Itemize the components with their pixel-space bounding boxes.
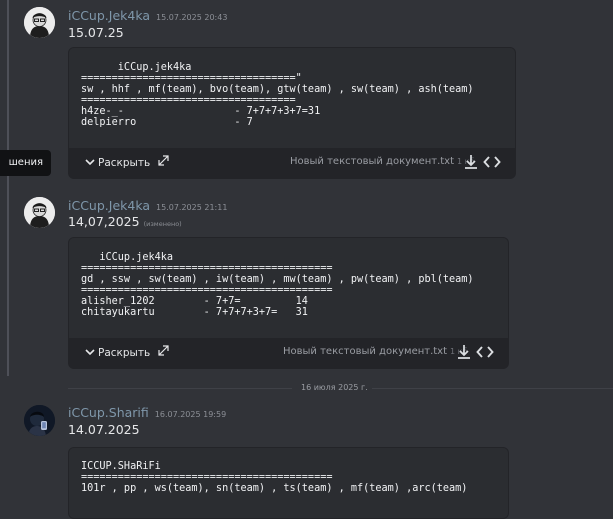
expand-label: Раскрыть [98, 347, 151, 359]
message-author[interactable]: iCCup.Jek4ka 15.07.2025 21:11 [68, 198, 227, 213]
download-icon[interactable] [462, 153, 480, 171]
message-author[interactable]: iCCup.Sharifi 16.07.2025 19:59 [68, 405, 226, 420]
file-name-text: Новый текстовый документ.txt [290, 156, 455, 167]
file-preview-text: ICCUP.SHaRiFi ==========================… [81, 461, 468, 494]
message-content: 15.07.25 [68, 25, 124, 40]
message-content: 14.07.2025 [68, 422, 140, 437]
file-attachment: iCCup.jek4ka ===========================… [68, 47, 516, 179]
message-content: 14,07,2025 [68, 214, 140, 229]
message-author[interactable]: iCCup.Jek4ka 15.07.2025 20:43 [68, 8, 227, 23]
expand-label: Раскрыть [98, 157, 151, 169]
message-text: 15.07.25 [68, 25, 124, 40]
tooltip: шения [0, 150, 51, 176]
avatar-image [24, 7, 55, 38]
file-preview: iCCup.jek4ka ===========================… [69, 48, 515, 148]
file-name-text: Новый текстовый документ.txt [283, 346, 448, 357]
chevron-down-icon [85, 346, 95, 359]
date-divider-line [372, 388, 613, 389]
file-preview-text: iCCup.jek4ka ===========================… [81, 62, 474, 128]
fullscreen-icon[interactable] [158, 345, 169, 359]
code-icon[interactable] [476, 343, 494, 361]
file-preview-text: iCCup.jek4ka ===========================… [81, 252, 474, 318]
file-preview: ICCUP.SHaRiFi ==========================… [69, 448, 508, 518]
thread-line [7, 176, 9, 376]
download-icon[interactable] [455, 343, 473, 361]
avatar[interactable] [24, 7, 55, 38]
avatar-image [24, 405, 55, 436]
thread-line [7, 0, 9, 150]
expand-button[interactable]: Раскрыть [85, 155, 169, 169]
file-name[interactable]: Новый текстовый документ.txt 1 кб [283, 346, 467, 357]
file-attachment: ICCUP.SHaRiFi ==========================… [68, 447, 509, 519]
avatar-image [24, 197, 55, 228]
file-name[interactable]: Новый текстовый документ.txt 1 кб [290, 156, 474, 167]
chevron-down-icon [85, 156, 95, 169]
edited-label: (изменено) [143, 220, 182, 228]
timestamp: 16.07.2025 19:59 [154, 410, 227, 419]
timestamp: 15.07.2025 21:11 [156, 203, 228, 212]
message-text: 14,07,2025 (изменено) [68, 214, 182, 229]
code-icon[interactable] [483, 153, 501, 171]
message-text: 14.07.2025 [68, 422, 140, 437]
username[interactable]: iCCup.Jek4ka [68, 198, 150, 213]
avatar[interactable] [24, 197, 55, 228]
date-divider-line [68, 388, 292, 389]
expand-button[interactable]: Раскрыть [85, 345, 169, 359]
attachment-footer: Раскрыть Новый текстовый документ.txt 1 к… [69, 148, 515, 178]
attachment-footer: Раскрыть Новый текстовый документ.txt 1 к… [69, 338, 508, 368]
username[interactable]: iCCup.Sharifi [68, 405, 149, 420]
username[interactable]: iCCup.Jek4ka [68, 8, 150, 23]
file-attachment: iCCup.jek4ka ===========================… [68, 237, 509, 369]
timestamp: 15.07.2025 20:43 [156, 13, 228, 22]
file-preview: iCCup.jek4ka ===========================… [69, 238, 508, 338]
avatar[interactable] [24, 405, 55, 436]
date-divider: 16 июля 2025 г. [301, 383, 368, 392]
fullscreen-icon[interactable] [158, 155, 169, 169]
